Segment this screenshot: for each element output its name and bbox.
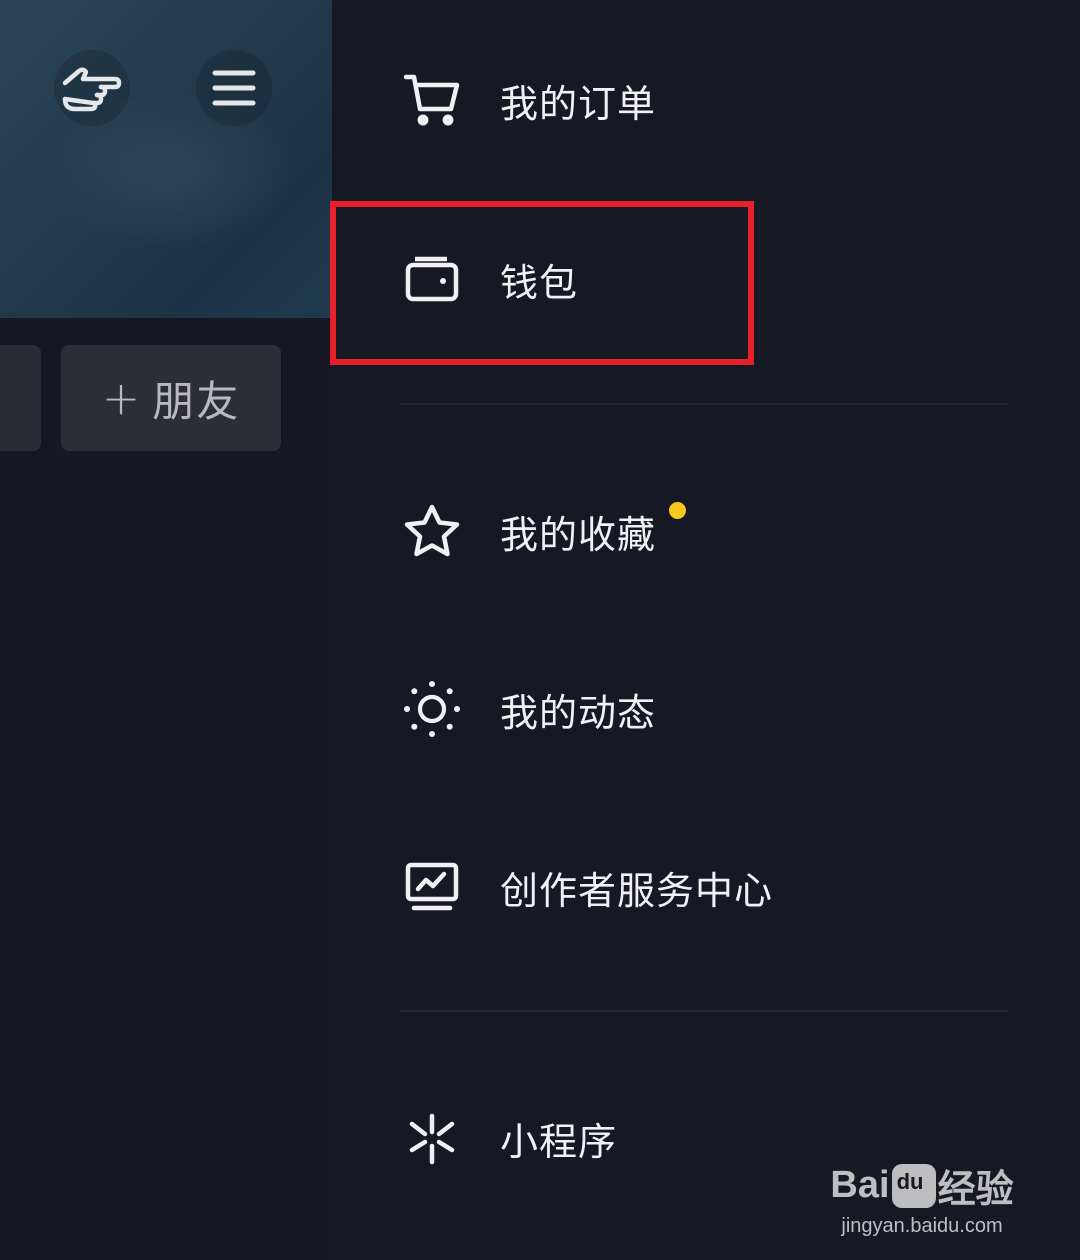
menu-item-moments[interactable]: 我的动态 — [400, 669, 656, 749]
divider — [400, 403, 1008, 405]
divider — [400, 1010, 1008, 1012]
side-drawer: 我的订单 钱包 我的收藏 我的动态 创作者服务中心 小程序 — [330, 0, 1080, 1260]
menu-item-orders[interactable]: 我的订单 — [400, 60, 656, 140]
new-badge-dot — [669, 502, 686, 519]
cart-icon — [400, 68, 464, 132]
profile-page: + 朋友 — [0, 0, 332, 1260]
mini-program-icon — [400, 1106, 464, 1170]
hamburger-menu-icon[interactable] — [196, 50, 272, 126]
menu-item-label: 钱包 — [500, 260, 579, 305]
edit-profile-button[interactable] — [0, 345, 41, 451]
menu-item-mini-programs[interactable]: 小程序 — [400, 1098, 617, 1178]
monitor-chart-icon — [400, 855, 464, 919]
baidu-paw-icon — [891, 1163, 936, 1208]
menu-item-label: 小程序 — [500, 1119, 618, 1164]
plus-icon: + — [101, 371, 143, 425]
add-friend-label: 朋友 — [152, 376, 241, 426]
menu-item-label: 我的动态 — [500, 690, 657, 735]
menu-item-label: 我的收藏 — [500, 512, 657, 557]
add-friend-button[interactable]: + 朋友 — [61, 345, 281, 451]
watermark-url: jingyan.baidu.com — [841, 1215, 1003, 1237]
menu-item-favorites[interactable]: 我的收藏 — [400, 491, 656, 571]
star-icon — [400, 499, 464, 563]
menu-item-label: 我的订单 — [500, 81, 657, 126]
pointing-hand-icon[interactable] — [54, 50, 130, 126]
sun-icon — [400, 677, 464, 741]
wallet-icon — [400, 247, 464, 311]
profile-cover-image — [0, 0, 332, 318]
baidu-logo: Bai 经验 — [822, 1158, 1022, 1213]
menu-item-label: 创作者服务中心 — [500, 868, 774, 913]
menu-item-creator-center[interactable]: 创作者服务中心 — [400, 847, 773, 927]
baidu-jingyan-watermark: Bai 经验 jingyan.baidu.com — [822, 1158, 1022, 1238]
menu-item-wallet[interactable]: 钱包 — [400, 239, 578, 319]
